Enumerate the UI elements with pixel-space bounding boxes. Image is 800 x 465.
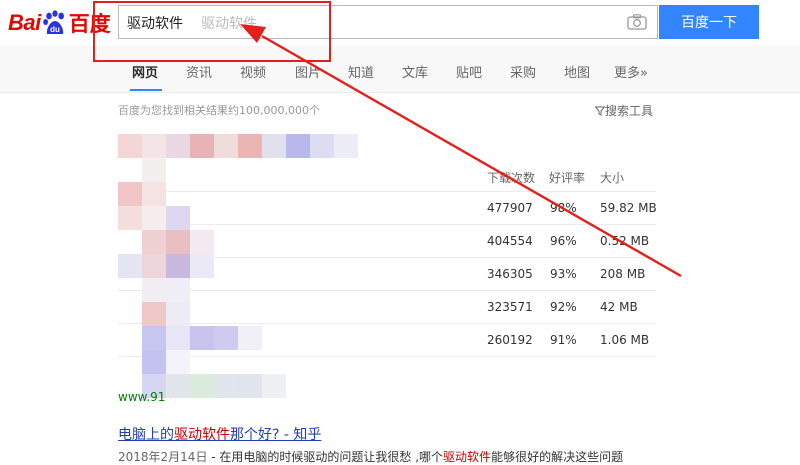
tab-wenku[interactable]: 文库 [402,62,428,81]
title-text: 电脑上的 [118,427,174,443]
result-url-partial: www.91 [118,390,166,404]
title-highlight: 驱动软件 [174,427,230,443]
row5-size: 1.06 MB [600,333,650,347]
row2-downloads: 404554 [487,234,533,248]
row4-downloads: 323571 [487,300,533,314]
col-header-downloads: 下载次数 [487,171,536,185]
row5-rating: 91% [550,333,577,347]
result-snippet: 2018年2月14日 - 在用电脑的时候驱动的问题让我很愁 ,哪个驱动软件能够很… [118,448,623,465]
result-date: 2018年2月14日 [118,450,208,464]
tab-news[interactable]: 资讯 [186,62,212,81]
search-tools-label: 搜索工具 [605,104,654,118]
row4-size: 42 MB [600,300,638,314]
filter-icon [594,106,606,116]
active-tab-indicator [130,89,162,91]
annotation-highlight-box [93,1,331,62]
title-text: 那个好? - 知乎 [230,427,322,443]
tab-more[interactable]: 更多» [614,62,648,81]
row3-rating: 93% [550,267,577,281]
row2-rating: 96% [550,234,577,248]
col-header-rating: 好评率 [549,171,586,185]
row2-size: 0.52 MB [600,234,650,248]
search-tools-button[interactable]: 搜索工具 [594,102,654,119]
row3-size: 208 MB [600,267,646,281]
tab-web[interactable]: 网页 [132,62,158,81]
snippet-highlight: 驱动软件 [443,450,492,464]
logo-paw-text: du [50,25,60,34]
pixelated-region [118,112,490,402]
logo-text-latin: Bai [8,10,41,35]
row1-rating: 98% [550,201,577,215]
tab-video[interactable]: 视频 [240,62,266,81]
tab-map[interactable]: 地图 [564,62,590,81]
col-header-size: 大小 [600,171,625,185]
row1-size: 59.82 MB [600,201,657,215]
row4-rating: 92% [550,300,577,314]
tab-zhidao[interactable]: 知道 [348,62,374,81]
camera-icon[interactable] [627,14,647,30]
paw-icon: du [42,10,68,36]
tab-images[interactable]: 图片 [295,62,321,81]
snippet-text: 能够很好的解决这些问题 [491,450,624,464]
row5-downloads: 260192 [487,333,533,347]
tab-caigou[interactable]: 采购 [510,62,536,81]
row3-downloads: 346305 [487,267,533,281]
result-title-link[interactable]: 电脑上的驱动软件那个好? - 知乎 [118,424,321,444]
snippet-text: - 在用电脑的时候驱动的问题让我很愁 ,哪个 [207,450,444,464]
tab-tieba[interactable]: 贴吧 [456,62,482,81]
search-button[interactable]: 百度一下 [659,5,759,39]
row1-downloads: 477907 [487,201,533,215]
